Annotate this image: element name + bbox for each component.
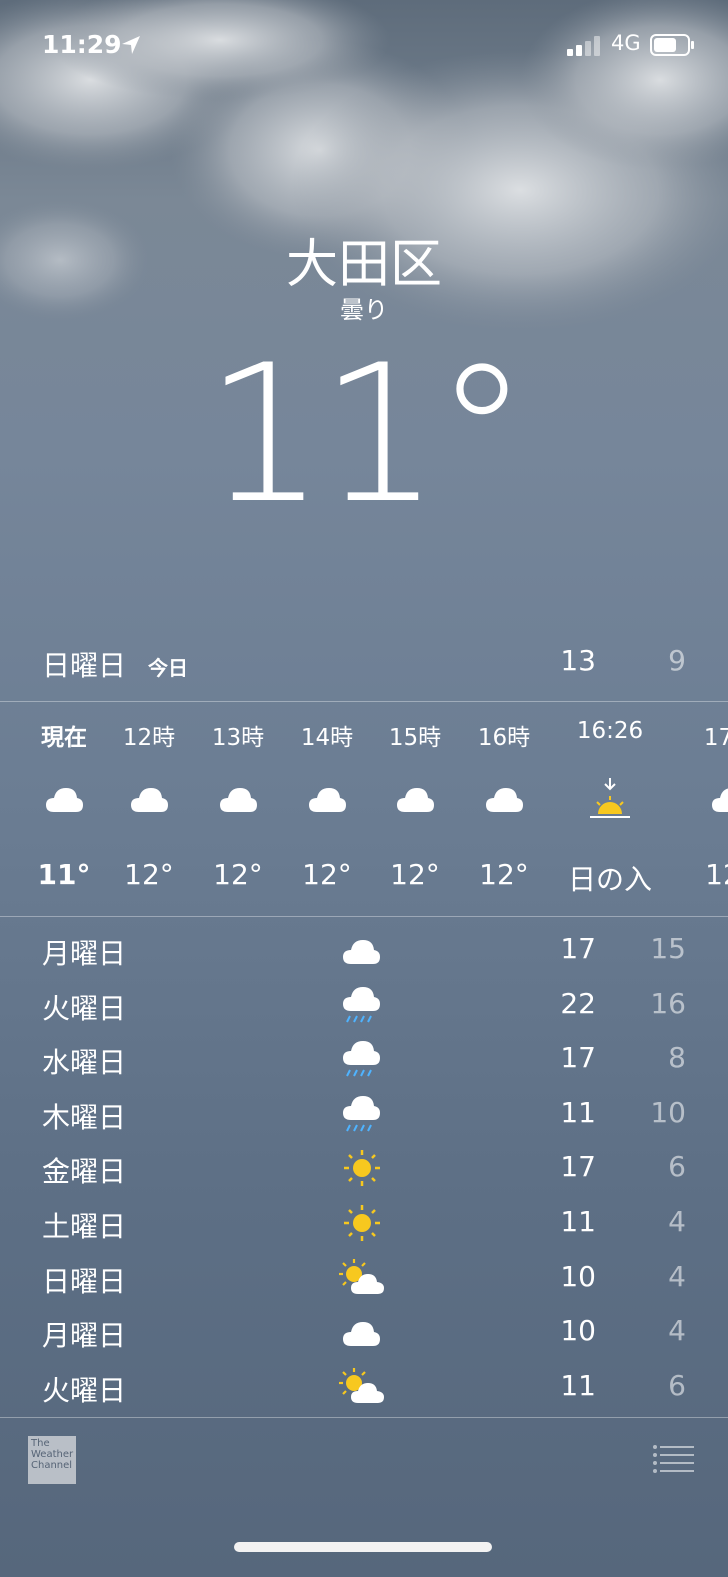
daily-low: 10 <box>650 1095 686 1129</box>
daily-low: 6 <box>668 1150 686 1184</box>
daily-row: 日曜日 10 4 <box>0 1250 728 1305</box>
logo-text: The Weather Channel <box>31 1438 74 1471</box>
hour-temp: 12° <box>213 858 263 891</box>
rain-icon <box>343 1095 380 1132</box>
weather-channel-logo[interactable]: The Weather Channel <box>28 1436 76 1484</box>
hour-temp: 12° <box>302 858 352 891</box>
daily-high: 17 <box>560 932 596 965</box>
daily-low: 4 <box>668 1204 686 1238</box>
daily-high: 17 <box>560 1150 596 1184</box>
cloud-icon <box>397 788 434 812</box>
hour-temp: 12° <box>479 858 529 891</box>
status-bar: 11:29 4G <box>0 28 728 68</box>
cloud-icon <box>712 788 728 812</box>
daily-day-name: 金曜日 <box>42 1155 127 1189</box>
daily-row: 土曜日 11 4 <box>0 1195 728 1250</box>
cloud-icon <box>343 940 380 964</box>
cloud-icon <box>343 1322 380 1347</box>
hour-time: 12時 <box>122 725 176 751</box>
hourly-item: 12時 12° <box>99 702 199 916</box>
hourly-item: 16時 12° <box>454 702 554 916</box>
daily-high: 10 <box>560 1314 596 1348</box>
hour-time: 17時 <box>703 725 728 751</box>
daily-day-name: 火曜日 <box>42 1373 127 1407</box>
hour-time: 15時 <box>388 725 442 751</box>
rain-icon <box>343 1041 380 1077</box>
daily-row: 火曜日 11 6 <box>0 1359 728 1414</box>
daily-day-name: 水曜日 <box>42 1046 127 1080</box>
daily-day-name: 土曜日 <box>42 1209 127 1243</box>
today-high: 13 <box>560 644 596 677</box>
daily-high: 11 <box>560 1368 596 1402</box>
today-row: 日曜日 今日 13 9 <box>0 640 728 684</box>
cloud-icon <box>486 788 523 812</box>
city-name: 大田区 <box>285 235 442 295</box>
daily-low: 15 <box>650 932 686 965</box>
cloud-icon <box>220 788 257 812</box>
daily-day-name: 火曜日 <box>42 991 127 1025</box>
daily-row: 月曜日 17 15 <box>0 922 728 977</box>
divider <box>0 1417 728 1418</box>
partly-cloudy-icon <box>339 1258 384 1294</box>
today-day-name: 日曜日 <box>42 649 127 682</box>
daily-row: 水曜日 17 8 <box>0 1031 728 1086</box>
hour-time: 16時 <box>477 725 531 751</box>
daily-day-name: 月曜日 <box>42 1319 127 1353</box>
daily-high: 11 <box>560 1204 596 1238</box>
daily-high: 22 <box>560 986 596 1020</box>
daily-day-name: 月曜日 <box>42 937 127 970</box>
daily-low: 6 <box>668 1368 686 1402</box>
daily-row: 金曜日 17 6 <box>0 1140 728 1195</box>
status-time: 11:29 <box>42 30 122 59</box>
divider <box>0 916 728 917</box>
sun-icon <box>344 1150 380 1187</box>
daily-low: 4 <box>668 1314 686 1348</box>
daily-row: 火曜日 22 16 <box>0 977 728 1032</box>
current-temperature: 11° <box>204 324 530 545</box>
daily-low: 16 <box>650 986 686 1020</box>
daily-high: 17 <box>560 1041 596 1075</box>
rain-icon <box>343 986 380 1023</box>
sun-icon <box>344 1204 380 1241</box>
battery-icon <box>650 34 694 56</box>
hour-temp: 12° <box>124 858 174 891</box>
daily-high: 10 <box>560 1259 596 1293</box>
daily-row: 木曜日 11 10 <box>0 1086 728 1141</box>
hour-temp: 日の入 <box>567 863 652 896</box>
daily-high: 11 <box>560 1095 596 1129</box>
daily-low: 8 <box>668 1041 686 1075</box>
hour-temp: 12° <box>390 858 440 891</box>
list-icon[interactable] <box>652 1444 694 1474</box>
home-indicator[interactable] <box>234 1542 492 1552</box>
daily-day-name: 日曜日 <box>42 1264 127 1298</box>
hour-temp: 12° <box>705 858 728 891</box>
hourly-item: 13時 12° <box>188 702 288 916</box>
sunset-icon <box>590 778 630 818</box>
hourly-item: 14時 12° <box>277 702 377 916</box>
hour-time: 16:26 <box>576 718 644 744</box>
weather-condition: 曇り <box>340 296 388 324</box>
cloud-icon <box>131 788 168 812</box>
network-type: 4G <box>611 31 641 55</box>
daily-low: 4 <box>668 1259 686 1293</box>
cloud-icon <box>309 788 346 812</box>
daily-forecast: 月曜日 17 15 火曜日 22 16 水曜日 17 8 木曜日 11 10 金… <box>0 922 728 1413</box>
partly-cloudy-icon <box>339 1367 384 1403</box>
hourly-item: 15時 12° <box>365 702 465 916</box>
today-label: 今日 <box>148 656 188 680</box>
hourly-item: 17時 12° <box>680 702 728 916</box>
cellular-signal-icon <box>567 36 600 56</box>
cloud-icon <box>46 788 83 812</box>
hour-time: 14時 <box>300 725 354 751</box>
hourly-item: 16:26 日の入 <box>560 702 660 916</box>
hour-time: 13時 <box>211 725 265 751</box>
daily-row: 月曜日 10 4 <box>0 1304 728 1359</box>
location-arrow-icon <box>122 36 140 54</box>
daily-day-name: 木曜日 <box>42 1100 127 1134</box>
hourly-forecast[interactable]: 現在 11° 12時 12° 13時 12° 14時 12° 15時 12° 1… <box>0 702 728 916</box>
today-low: 9 <box>668 644 686 677</box>
